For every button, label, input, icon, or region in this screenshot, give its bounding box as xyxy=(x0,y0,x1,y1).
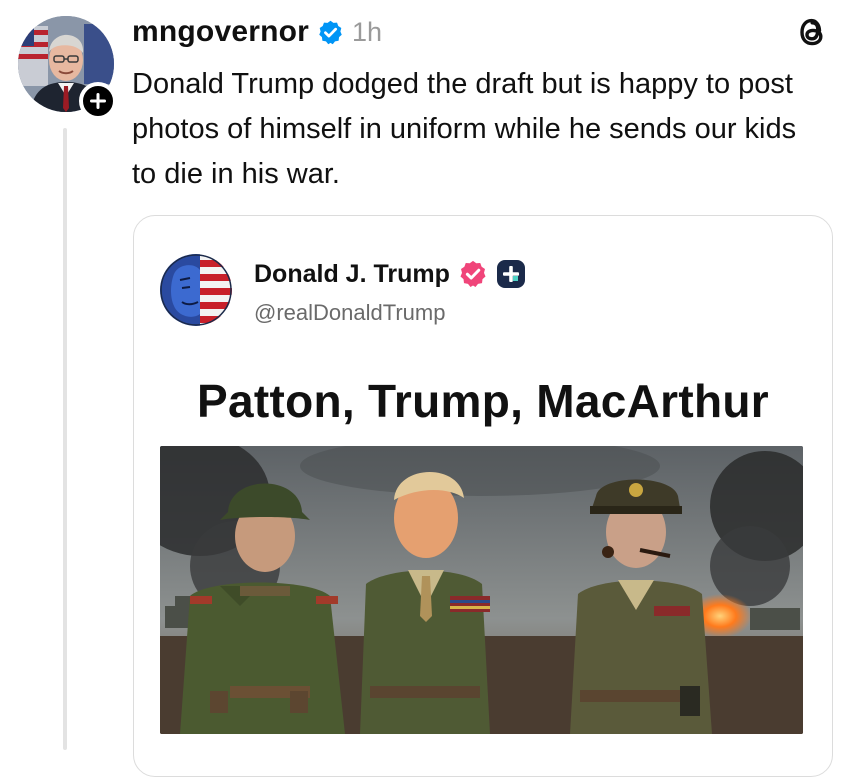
meme-illustration xyxy=(160,446,803,734)
post-body-text: Donald Trump dodged the draft but is hap… xyxy=(132,68,797,190)
quoted-author-avatar-image xyxy=(160,254,232,326)
quoted-author-avatar[interactable] xyxy=(160,254,232,326)
plus-icon xyxy=(90,93,106,109)
verified-badge-icon xyxy=(460,260,486,287)
threads-logo-icon[interactable] xyxy=(792,12,832,52)
truth-social-plus-icon xyxy=(496,260,525,288)
quoted-author-handle: @realDonaldTrump xyxy=(254,300,446,325)
author-username[interactable]: mngovernor xyxy=(132,15,309,49)
meme-headline: Patton, Trump, MacArthur xyxy=(196,375,769,427)
post-header: mngovernor 1h xyxy=(132,12,382,52)
meme-image[interactable] xyxy=(160,446,803,734)
verified-badge-icon xyxy=(319,20,342,44)
follow-button[interactable] xyxy=(79,82,117,120)
quoted-post-card[interactable]: Donald J. Trump @realDonaldTrump Patton,… xyxy=(133,215,833,777)
post-timestamp: 1h xyxy=(352,16,383,47)
quoted-author-row: Donald J. Trump xyxy=(254,259,526,289)
thread-line xyxy=(63,128,67,750)
quoted-author-name[interactable]: Donald J. Trump xyxy=(254,260,450,289)
